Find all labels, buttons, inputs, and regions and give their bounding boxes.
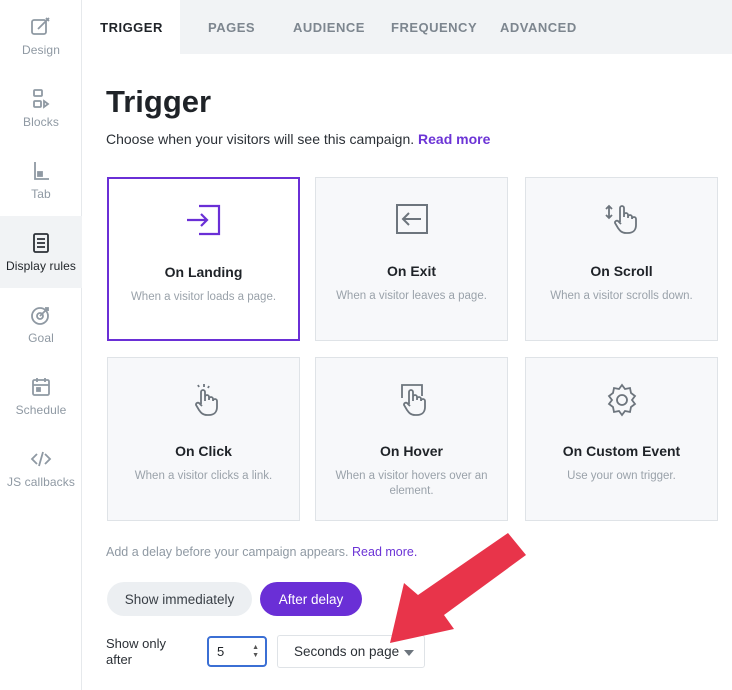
click-hand-icon	[108, 382, 299, 418]
sidebar-item-label: Tab	[31, 187, 51, 201]
page-subtitle: Choose when your visitors will see this …	[106, 131, 490, 147]
annotation-arrow-icon	[390, 533, 526, 643]
after-delay-button[interactable]: After delay	[260, 582, 362, 616]
trigger-card-on-exit[interactable]: On Exit When a visitor leaves a page.	[315, 177, 508, 341]
scroll-hand-icon	[526, 202, 717, 238]
sidebar-item-design[interactable]: Design	[0, 0, 82, 72]
read-more-link[interactable]: Read more	[418, 131, 490, 147]
spinner-arrows-icon[interactable]: ▲ ▼	[252, 644, 259, 660]
tab-trigger[interactable]: TRIGGER	[83, 0, 180, 54]
trigger-card-on-click[interactable]: On Click When a visitor clicks a link.	[107, 357, 300, 521]
blocks-icon	[29, 87, 53, 111]
sidebar-item-js-callbacks[interactable]: JS callbacks	[0, 432, 82, 504]
sidebar-item-label: Schedule	[15, 403, 67, 417]
sidebar-item-label: JS callbacks	[7, 475, 75, 489]
trigger-name: On Hover	[379, 443, 443, 459]
code-icon	[29, 447, 53, 471]
trigger-name: On Exit	[386, 263, 436, 279]
sidebar-item-label: Design	[22, 43, 60, 57]
tab-advanced[interactable]: ADVANCED	[500, 0, 577, 54]
sidebar-item-label: Goal	[28, 331, 54, 345]
trigger-name: On Landing	[164, 264, 243, 280]
tab-icon	[29, 159, 53, 183]
display-rules-icon	[29, 231, 53, 255]
trigger-name: On Custom Event	[562, 443, 681, 459]
sidebar-item-tab[interactable]: Tab	[0, 144, 82, 216]
subtitle-text: Choose when your visitors will see this …	[106, 131, 415, 147]
trigger-name: On Click	[175, 443, 232, 459]
trigger-description: When a visitor hovers over an element.	[335, 470, 488, 497]
page-title: Trigger	[106, 84, 212, 119]
gear-icon	[526, 382, 717, 418]
delay-value-stepper[interactable]: 5 ▲ ▼	[207, 636, 267, 667]
exit-icon	[316, 202, 507, 238]
sidebar-item-goal[interactable]: Goal	[0, 288, 82, 360]
trigger-description: When a visitor clicks a link.	[134, 470, 273, 482]
delay-value: 5	[217, 644, 225, 659]
tab-audience[interactable]: AUDIENCE	[293, 0, 365, 54]
schedule-icon	[29, 375, 53, 399]
sidebar: Design Blocks Tab Display rules Goal Sch…	[0, 0, 82, 690]
sidebar-item-label: Display rules	[6, 259, 76, 273]
trigger-card-on-landing[interactable]: On Landing When a visitor loads a page.	[107, 177, 300, 341]
design-icon	[29, 15, 53, 39]
sidebar-item-display-rules[interactable]: Display rules	[0, 216, 82, 288]
goal-icon	[29, 303, 53, 327]
trigger-card-on-scroll[interactable]: On Scroll When a visitor scrolls down.	[525, 177, 718, 341]
hover-hand-icon	[316, 382, 507, 418]
trigger-description: When a visitor scrolls down.	[550, 290, 693, 302]
show-immediately-button[interactable]: Show immediately	[107, 582, 252, 616]
sidebar-item-label: Blocks	[23, 115, 59, 129]
delay-note: Add a delay before your campaign appears…	[106, 545, 417, 559]
trigger-description: When a visitor leaves a page.	[336, 290, 487, 302]
sidebar-item-blocks[interactable]: Blocks	[0, 72, 82, 144]
trigger-name: On Scroll	[590, 263, 653, 279]
trigger-card-on-hover[interactable]: On Hover When a visitor hovers over an e…	[315, 357, 508, 521]
tab-frequency[interactable]: FREQUENCY	[391, 0, 477, 54]
show-only-after-label: Show only after	[106, 636, 166, 667]
sidebar-item-schedule[interactable]: Schedule	[0, 360, 82, 432]
trigger-description: When a visitor loads a page.	[130, 291, 277, 303]
trigger-description: Use your own trigger.	[567, 470, 676, 482]
trigger-card-on-custom-event[interactable]: On Custom Event Use your own trigger.	[525, 357, 718, 521]
tab-pages[interactable]: PAGES	[208, 0, 255, 54]
tab-bar: TRIGGER PAGES AUDIENCE FREQUENCY ADVANCE…	[83, 0, 732, 54]
enter-icon	[109, 203, 298, 239]
delay-note-text: Add a delay before your campaign appears…	[106, 545, 349, 559]
